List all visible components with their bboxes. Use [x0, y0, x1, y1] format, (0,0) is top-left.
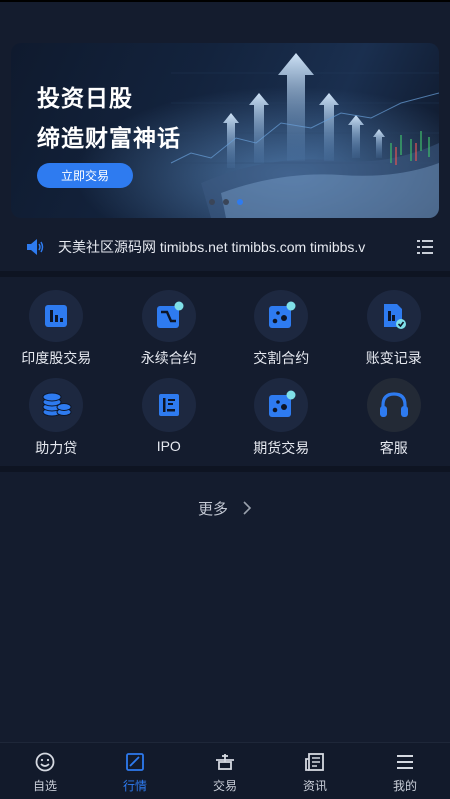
feature-account-records[interactable]: 账变记录 [338, 280, 450, 368]
status-bar [0, 0, 450, 36]
feature-ipo[interactable]: IPO [113, 368, 226, 460]
coins-icon [29, 378, 84, 432]
tab-label: 行情 [122, 779, 147, 793]
pagination-dot[interactable] [209, 199, 215, 205]
speaker-icon [27, 239, 44, 255]
feature-label: 交割合约 [253, 350, 310, 366]
exchange-icon [216, 754, 234, 770]
feature-india-stock[interactable]: 印度股交易 [0, 280, 113, 368]
feature-grid: 印度股交易 永续合约 交割合约 账变记录 助力贷 IPO 期货交易 客服 [0, 280, 450, 460]
dice-icon [254, 290, 309, 342]
feature-perpetual-contract[interactable]: 永续合约 [113, 280, 226, 368]
announcement-bar[interactable]: 天美社区源码网 timibbs.net timibbs.com timibbs.… [0, 224, 450, 270]
record-check-icon [366, 290, 421, 342]
tab-label: 我的 [392, 779, 417, 793]
feature-futures[interactable]: 期货交易 [225, 368, 338, 460]
tab-label: 交易 [212, 779, 237, 793]
feature-label: 账变记录 [365, 350, 422, 366]
banner-pagination [209, 199, 243, 205]
divider [0, 271, 450, 277]
banner-title-line2: 缔造财富神话 [37, 125, 181, 151]
bar-chart-icon [29, 290, 84, 342]
announcement-text: 天美社区源码网 timibbs.net timibbs.com timibbs.… [58, 239, 366, 255]
pagination-dot-active[interactable] [237, 199, 243, 205]
more-label: 更多 [197, 500, 228, 518]
feature-customer-service[interactable]: 客服 [338, 368, 450, 460]
ledger-icon [141, 378, 196, 432]
bottom-tab-bar: 自选 行情 交易 资讯 我的 [0, 742, 450, 799]
tab-news[interactable]: 资讯 [270, 743, 360, 799]
trade-now-button[interactable]: 立即交易 [37, 163, 133, 188]
menu-icon [397, 755, 413, 769]
divider [0, 466, 450, 472]
feature-label: 永续合约 [140, 350, 197, 366]
list-icon[interactable] [416, 238, 434, 256]
chart-box-icon [126, 753, 144, 771]
tab-label: 资讯 [302, 779, 327, 793]
feature-delivery-contract[interactable]: 交割合约 [225, 280, 338, 368]
tab-market[interactable]: 行情 [90, 743, 180, 799]
tab-watchlist[interactable]: 自选 [0, 743, 90, 799]
feature-label: IPO [156, 438, 181, 454]
banner-title-line1: 投资日股 [37, 85, 133, 111]
dice-icon [254, 378, 309, 432]
smile-icon [35, 752, 55, 772]
tab-mine[interactable]: 我的 [360, 743, 450, 799]
feature-label: 助力贷 [35, 440, 78, 456]
feature-label: 客服 [379, 440, 408, 456]
promo-banner[interactable]: 投资日股 缔造财富神话 立即交易 [11, 43, 439, 218]
tab-trade[interactable]: 交易 [180, 743, 270, 799]
tab-label: 自选 [32, 779, 57, 793]
news-icon [305, 753, 324, 771]
chevron-right-icon [243, 501, 252, 515]
trend-line-icon [141, 290, 196, 342]
feature-label: 期货交易 [253, 440, 310, 456]
feature-label: 印度股交易 [21, 350, 92, 366]
headset-icon [366, 378, 421, 432]
more-link[interactable]: 更多 [0, 494, 450, 522]
feature-loan[interactable]: 助力贷 [0, 368, 113, 460]
pagination-dot[interactable] [223, 199, 229, 205]
